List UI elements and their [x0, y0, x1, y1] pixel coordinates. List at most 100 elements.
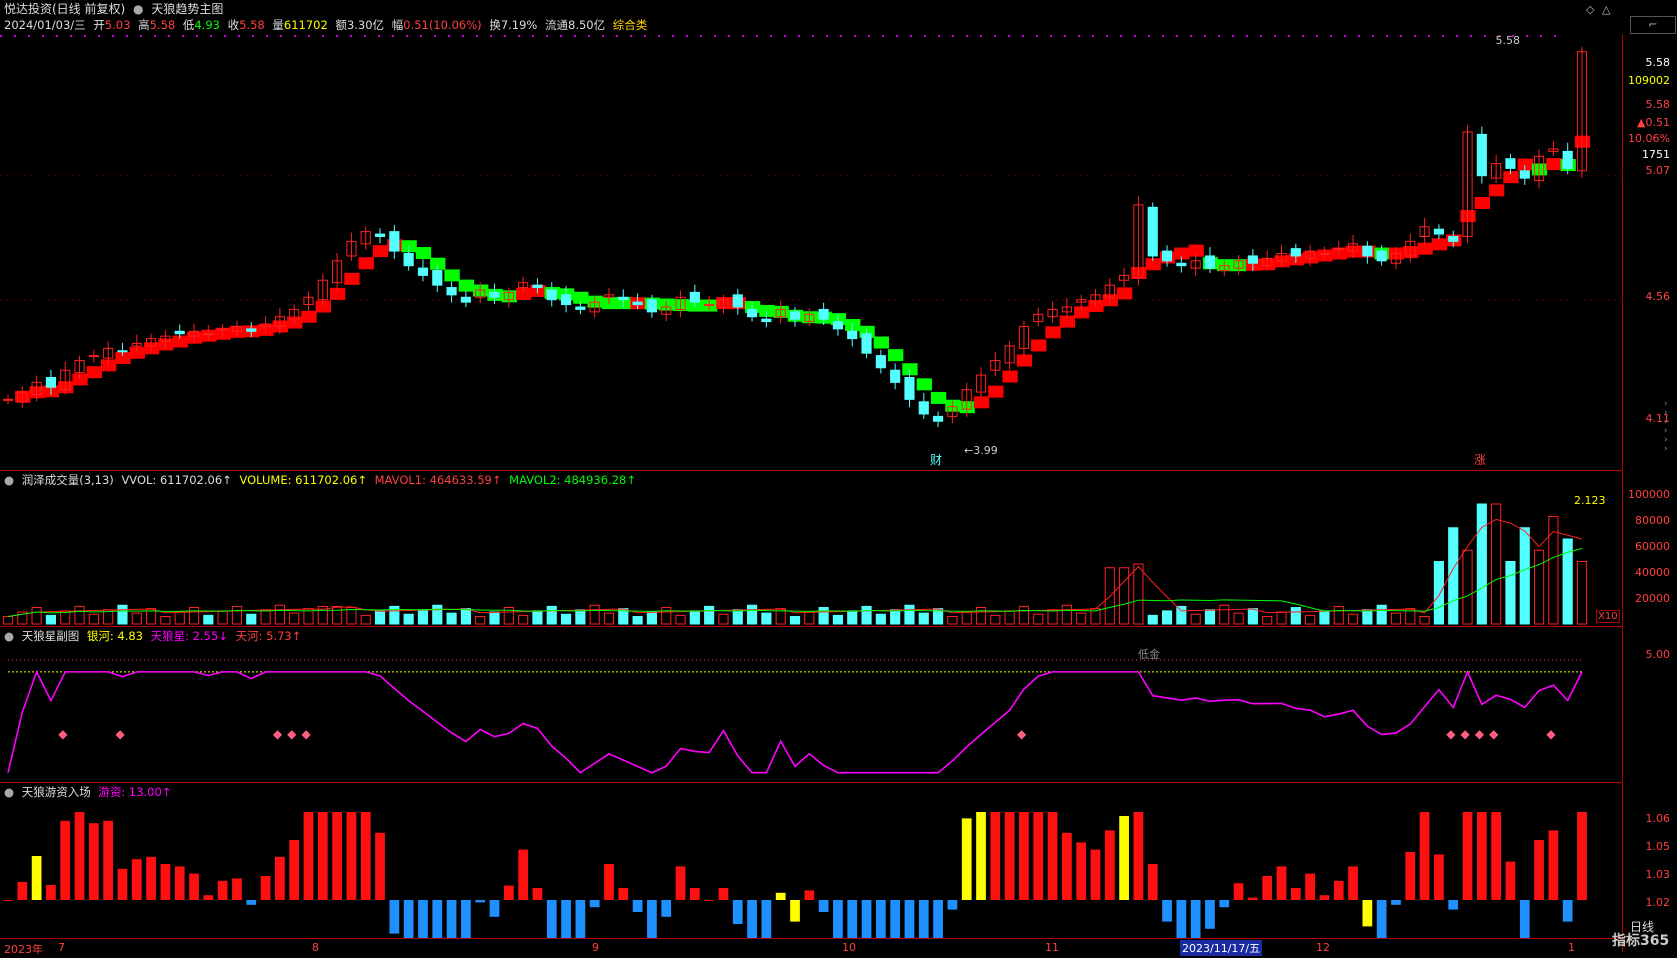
mavol1-value: MAVOL1: 464633.59↑ [374, 473, 502, 487]
fund-bar [689, 888, 700, 900]
candle-body [1176, 262, 1187, 267]
volume-bar [360, 614, 371, 625]
app-title[interactable]: 悦达投资(日线 前复权) [4, 2, 125, 16]
volume-bar [1161, 610, 1173, 625]
volume-bar [1576, 561, 1588, 625]
star-title[interactable]: 天狼星副图 [22, 629, 80, 643]
trend-ribbon-segment [115, 352, 131, 365]
up-arrow-icon[interactable]: △ [1602, 3, 1610, 16]
fund-bar [1405, 852, 1416, 900]
title-row: 悦达投资(日线 前复权) ● 天狼趋势主图 [4, 1, 227, 17]
open-value: 5.03 [104, 18, 131, 32]
fund-title[interactable]: 天狼游资入场 [22, 785, 91, 799]
fund-bar [1548, 830, 1559, 900]
trend-ribbon-segment [172, 335, 188, 348]
fund-bar [947, 900, 958, 910]
fund-bar [818, 900, 829, 912]
fund-bar [961, 818, 972, 900]
fund-bar [747, 900, 757, 938]
candle-body [389, 231, 400, 252]
fund-bar [1104, 830, 1115, 900]
menu-button[interactable]: ⌐ [1630, 16, 1676, 34]
volume-bar [1219, 604, 1230, 625]
volume-bar [489, 611, 500, 625]
fund-bar [1391, 900, 1401, 905]
trend-ribbon-segment [573, 291, 589, 304]
circle-icon[interactable]: ● [4, 785, 14, 799]
mavol2-line [7, 547, 1583, 617]
volume-bar [432, 604, 443, 625]
diamond-signal-icon: ◆ [1489, 727, 1499, 741]
vol-title[interactable]: 润泽成交量(3,13) [22, 473, 114, 487]
stat-change: ▲0.51 [1637, 116, 1670, 129]
diamond-icon[interactable]: ◇ [1586, 3, 1594, 16]
cursor-date: 2023/11/17/五 [1180, 940, 1263, 956]
volume-bar [632, 616, 643, 625]
fund-bar [1462, 812, 1473, 900]
circle-icon[interactable]: ● [133, 2, 143, 16]
trend-ribbon-segment [1116, 287, 1133, 300]
volume-bar [947, 616, 958, 625]
trend-ribbon-segment [1546, 158, 1562, 171]
volume-bar [174, 611, 185, 625]
volume-bar [217, 610, 228, 625]
candle-body [446, 287, 457, 296]
fund-bar [1133, 812, 1144, 900]
volume-bar [1462, 549, 1473, 625]
candle-body [847, 330, 858, 340]
low-label: 低 [182, 18, 195, 32]
stat-close: 5.58 [1645, 98, 1671, 111]
volume-bar [160, 616, 171, 625]
volume-bar [460, 608, 471, 625]
candle-body [1147, 206, 1158, 257]
sector-label[interactable]: 综合类 [613, 18, 648, 32]
fund-bar [203, 895, 214, 900]
trend-ribbon-segment [301, 310, 317, 323]
fund-bar [1577, 812, 1587, 900]
volume-bar [1433, 561, 1444, 625]
candle-body [246, 328, 257, 332]
volume-bar [1147, 614, 1158, 625]
candle-body [217, 328, 228, 331]
vol-axis: 100000 80000 60000 40000 20000 [1626, 488, 1676, 626]
fund-bar [189, 873, 199, 900]
fund-bar [618, 888, 629, 900]
circle-icon[interactable]: ● [4, 629, 14, 643]
volume-bar [532, 610, 543, 625]
time-label: 7 [58, 941, 65, 954]
volume-bar [890, 609, 901, 625]
fund-bar [3, 900, 13, 901]
fund-bar [232, 878, 242, 900]
trend-ribbon-segment [1431, 238, 1448, 251]
fund-bar [833, 900, 843, 938]
volume-bar [1319, 610, 1330, 625]
volume-bar [1119, 567, 1130, 625]
fund-bar [1004, 812, 1015, 900]
trend-ribbon-segment [415, 247, 432, 260]
side-scroll[interactable]: › › › › › › [1664, 400, 1677, 460]
candle-body [489, 291, 500, 298]
volume-bar [45, 614, 57, 625]
volume-bar [260, 609, 271, 625]
circle-icon[interactable]: ● [4, 473, 14, 487]
fund-bar [904, 900, 915, 938]
time-label: 10 [842, 941, 856, 954]
volume-bar [246, 613, 257, 625]
fund-bar [1434, 854, 1444, 900]
volume-bar [818, 607, 829, 625]
volume-bar [589, 604, 600, 625]
candle-body [732, 294, 743, 308]
vol-panel-border [0, 470, 1622, 471]
candle-body [1333, 248, 1344, 251]
quote-date: 2024/01/03/三 [4, 18, 86, 32]
fund-bar [1362, 900, 1373, 927]
low-price-label: ←3.99 [964, 444, 998, 457]
trend-ribbon-segment [873, 336, 890, 349]
fund-bar [346, 812, 357, 900]
indicator-name[interactable]: 天狼趋势主图 [151, 2, 223, 16]
fund-bar [1190, 900, 1201, 938]
fund-panel-border [0, 782, 1622, 783]
candle-body [632, 301, 643, 306]
volume-bar [661, 607, 672, 625]
volume-bar [31, 607, 42, 625]
